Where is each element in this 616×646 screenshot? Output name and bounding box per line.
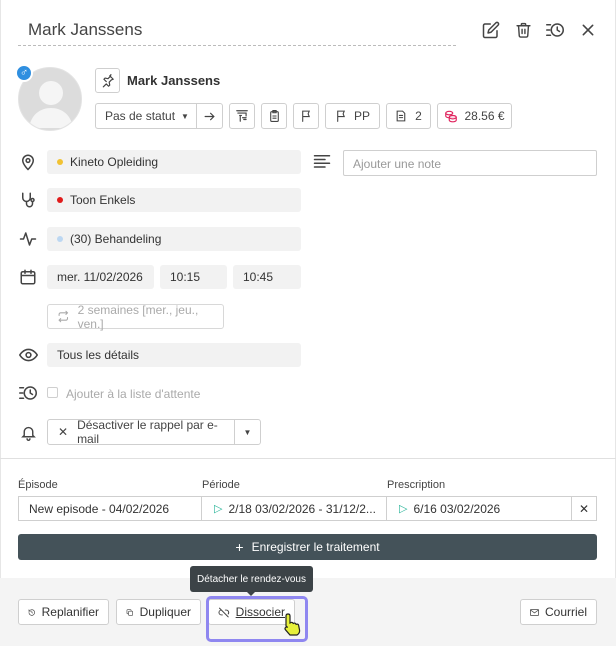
waitlist-checkbox[interactable] — [47, 387, 58, 398]
reschedule-label: Replanifier — [41, 605, 99, 619]
coins-icon — [445, 110, 458, 123]
flag-icon — [301, 110, 310, 122]
documents-button[interactable]: 2 — [386, 103, 431, 129]
reschedule-clock-icon — [28, 608, 35, 616]
waitlist-label: Ajouter à la liste d'attente — [66, 387, 201, 401]
end-time-field[interactable]: 10:45 — [233, 265, 301, 289]
therapist-select[interactable]: Toon Enkels — [47, 188, 301, 212]
reschedule-button[interactable]: Replanifier — [18, 599, 109, 625]
x-icon: ✕ — [58, 425, 69, 439]
location-pin-icon — [18, 152, 38, 172]
flag-button[interactable] — [293, 103, 319, 129]
documents-icon — [396, 110, 406, 122]
duplicate-label: Dupliquer — [139, 605, 191, 619]
email-label: Courriel — [544, 605, 587, 619]
plus-icon: + — [235, 539, 244, 555]
recurrence-label: 2 semaines [mer., jeu., ven.] — [77, 302, 199, 331]
pp-label: PP — [353, 109, 370, 123]
register-label: Enregistrer le traitement — [251, 540, 380, 554]
eye-icon — [18, 345, 38, 365]
flag-icon — [337, 110, 345, 122]
section-divider — [0, 458, 616, 459]
reminder-button[interactable]: ✕ Désactiver le rappel par e-mail — [47, 418, 235, 446]
copy-icon — [126, 608, 133, 616]
episode-select[interactable]: New episode - 04/02/2026 — [18, 496, 202, 521]
patient-name: Mark Janssens — [127, 73, 221, 88]
prescription-label: Prescription — [387, 479, 446, 491]
repeat-icon — [58, 310, 69, 323]
period-label: Période — [202, 479, 240, 491]
arrow-right-icon — [204, 112, 215, 120]
start-time-field[interactable]: 10:15 — [160, 265, 227, 289]
therapist-color-dot — [57, 197, 63, 203]
activity-icon — [18, 229, 38, 249]
date-field[interactable]: mer. 11/02/2026 — [47, 265, 154, 289]
caret-down-icon: ▼ — [181, 111, 189, 121]
note-input[interactable]: Ajouter une note — [343, 150, 597, 176]
waitlist-icon — [18, 383, 38, 403]
hand-cursor-icon — [282, 612, 304, 639]
episode-label: Épisode — [18, 479, 58, 491]
clipboard-icon — [269, 110, 279, 122]
play-icon: ▷ — [399, 503, 408, 515]
edit-icon[interactable] — [481, 20, 501, 40]
balance-button[interactable]: 28.56 € — [437, 103, 512, 129]
bell-icon — [18, 422, 38, 442]
invoice-button[interactable] — [229, 103, 255, 129]
title-underline — [18, 45, 456, 46]
play-icon: ▷ — [214, 503, 223, 515]
location-label: Kineto Opleiding — [70, 155, 159, 169]
clear-prescription-button[interactable]: ✕ — [571, 496, 597, 521]
episode-value: New episode - 04/02/2026 — [29, 501, 170, 516]
calendar-icon — [18, 267, 38, 287]
gender-male-icon: ♂ — [15, 64, 33, 82]
pin-icon — [102, 73, 114, 87]
documents-count: 2 — [415, 109, 422, 123]
text-align-icon — [313, 153, 331, 172]
email-button[interactable]: Courriel — [520, 599, 597, 625]
mail-icon — [530, 608, 539, 616]
status-select[interactable]: Pas de statut ▼ — [95, 103, 197, 129]
reminder-dropdown-button[interactable]: ▼ — [234, 419, 261, 445]
reminder-label: Désactiver le rappel par e-mail — [77, 418, 218, 446]
clipboard-button[interactable] — [261, 103, 287, 129]
prescription-select[interactable]: ▷ 6/16 03/02/2026 — [386, 496, 572, 521]
pin-button[interactable] — [95, 68, 120, 93]
period-value: 2/18 03/02/2026 - 31/12/2... — [228, 501, 376, 516]
trash-icon[interactable] — [513, 20, 533, 40]
caret-down-icon: ▼ — [243, 427, 252, 437]
duplicate-button[interactable]: Dupliquer — [116, 599, 201, 625]
close-icon: ✕ — [578, 501, 590, 516]
status-next-button[interactable] — [196, 103, 223, 129]
status-label: Pas de statut — [105, 109, 176, 123]
pp-button[interactable]: PP — [325, 103, 380, 129]
stethoscope-icon — [18, 190, 38, 210]
close-icon[interactable] — [578, 20, 598, 40]
therapist-label: Toon Enkels — [70, 193, 136, 207]
treatment-color-dot — [57, 236, 63, 242]
location-color-dot — [57, 159, 63, 165]
tooltip: Détacher le rendez-vous — [190, 566, 313, 592]
recurrence-button[interactable]: 2 semaines [mer., jeu., ven.] — [47, 302, 224, 331]
balance-amount: 28.56 € — [464, 109, 505, 123]
location-select[interactable]: Kineto Opleiding — [47, 150, 301, 174]
treatment-type-select[interactable]: (30) Behandeling — [47, 227, 301, 251]
period-select[interactable]: ▷ 2/18 03/02/2026 - 31/12/2... — [201, 496, 387, 521]
page-title: Mark Janssens — [28, 20, 143, 39]
invoice-icon — [236, 110, 248, 122]
history-icon[interactable] — [545, 20, 565, 40]
visibility-select[interactable]: Tous les détails — [47, 343, 301, 367]
prescription-value: 6/16 03/02/2026 — [413, 501, 501, 516]
register-treatment-button[interactable]: + Enregistrer le traitement — [18, 534, 597, 560]
treatment-label: (30) Behandeling — [70, 232, 162, 246]
